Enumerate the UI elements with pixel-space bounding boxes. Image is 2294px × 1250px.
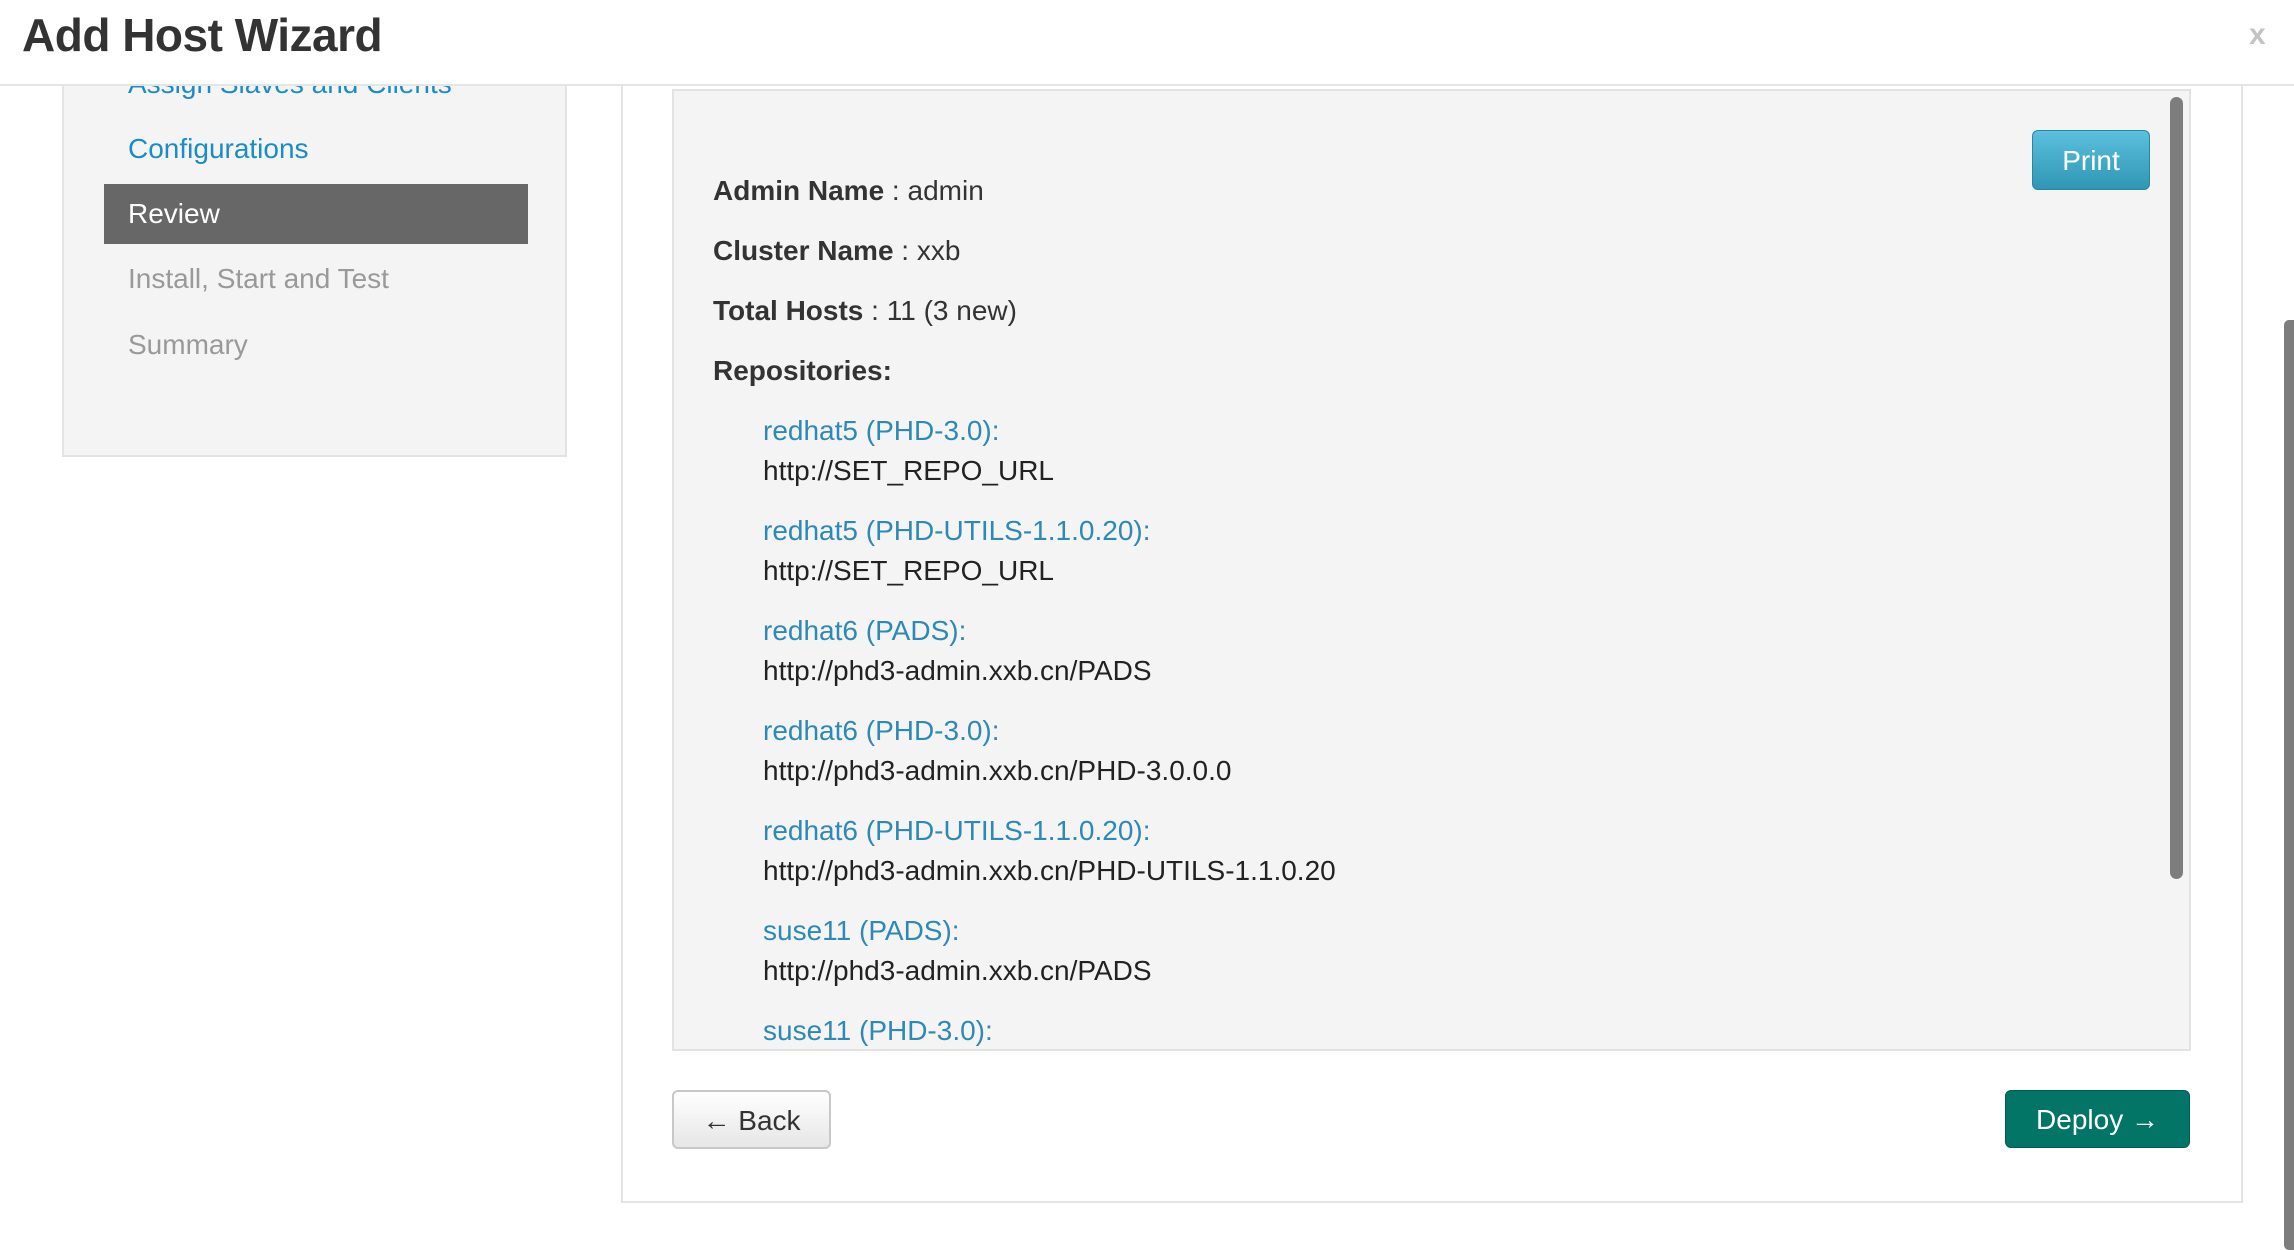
admin-name-row: Admin Name : admin bbox=[713, 175, 984, 207]
separator: : bbox=[884, 175, 908, 206]
repo-url: http://SET_REPO_URL bbox=[763, 555, 1055, 586]
repositories-label: Repositories: bbox=[713, 355, 892, 386]
modal-header: Add Host Wizard x bbox=[0, 0, 2294, 86]
deploy-button[interactable]: Deploy → bbox=[2005, 1090, 2190, 1148]
repo-url: http://phd3-admin.xxb.cn/PHD-3.0.0.0 bbox=[763, 755, 1232, 786]
total-hosts-label: Total Hosts bbox=[713, 295, 864, 326]
total-hosts-row: Total Hosts : 11 (3 new) bbox=[713, 295, 1017, 327]
repo-name: suse11 (PADS): bbox=[763, 915, 960, 946]
repo-name: redhat6 (PHD-UTILS-1.1.0.20): bbox=[763, 815, 1151, 846]
sidebar-item-install-start-test: Install, Start and Test bbox=[128, 263, 389, 294]
sidebar-item-review[interactable]: Review bbox=[104, 184, 528, 244]
back-button[interactable]: ← Back bbox=[672, 1090, 831, 1149]
repo-url: http://phd3-admin.xxb.cn/PADS bbox=[763, 655, 1152, 686]
repo-name: suse11 (PHD-3.0): bbox=[763, 1015, 993, 1046]
repositories-heading: Repositories: bbox=[713, 355, 892, 387]
cluster-name-value: xxb bbox=[916, 235, 961, 266]
window-scrollbar[interactable] bbox=[2284, 320, 2294, 1250]
repo-url: http://phd3-admin.xxb.cn/PADS bbox=[763, 955, 1152, 986]
print-button[interactable]: Print bbox=[2032, 130, 2150, 190]
admin-name-label: Admin Name bbox=[713, 175, 885, 206]
repo-url: http://SET_REPO_URL bbox=[763, 455, 1055, 486]
cluster-name-row: Cluster Name : xxb bbox=[713, 235, 960, 267]
sidebar-item-configurations[interactable]: Configurations bbox=[104, 119, 528, 179]
close-icon[interactable]: x bbox=[2249, 18, 2266, 52]
repo-name: redhat6 (PHD-3.0): bbox=[763, 715, 1000, 746]
review-panel: Print Admin Name : admin Cluster Name : … bbox=[672, 89, 2191, 1051]
total-hosts-value: 11 (3 new) bbox=[886, 295, 1017, 326]
admin-name-value: admin bbox=[907, 175, 984, 206]
separator: : bbox=[893, 235, 917, 266]
sidebar-item-summary: Summary bbox=[128, 329, 248, 360]
repo-url: http://phd3-admin.xxb.cn/PHD-UTILS-1.1.0… bbox=[763, 855, 1336, 886]
separator: : bbox=[863, 295, 887, 326]
repo-name: redhat5 (PHD-3.0): bbox=[763, 415, 1000, 446]
modal-title: Add Host Wizard bbox=[22, 9, 383, 61]
cluster-name-label: Cluster Name bbox=[713, 235, 894, 266]
review-panel-scrollbar[interactable] bbox=[2170, 97, 2183, 879]
repo-name: redhat6 (PADS): bbox=[763, 615, 967, 646]
repo-name: redhat5 (PHD-UTILS-1.1.0.20): bbox=[763, 515, 1151, 546]
